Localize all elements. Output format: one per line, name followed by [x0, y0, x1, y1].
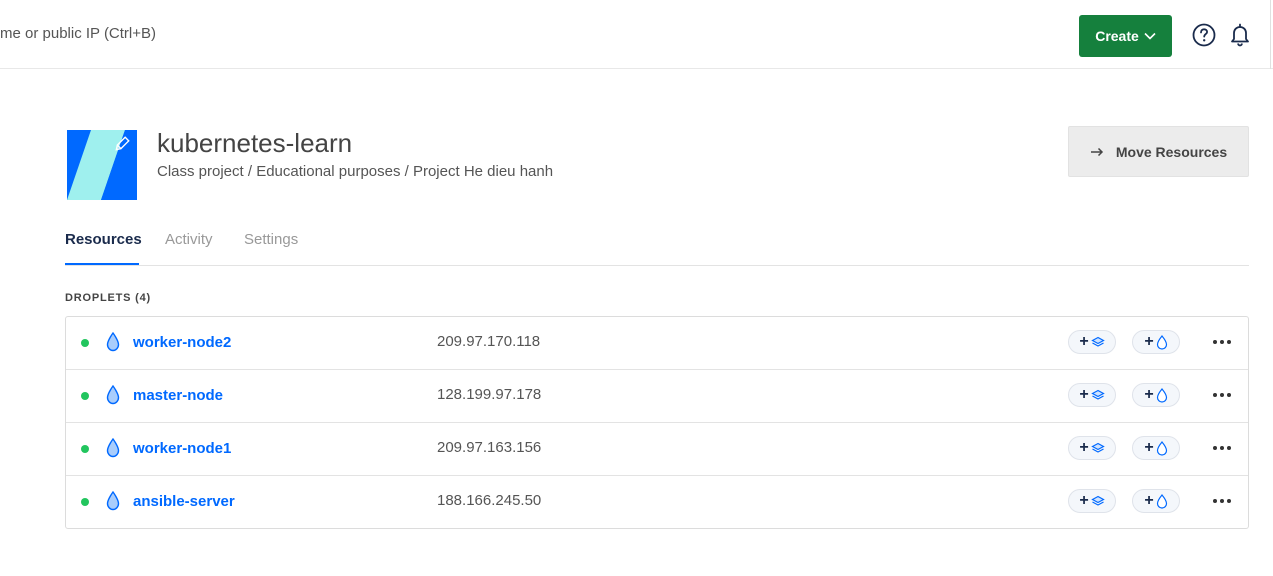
tab-activity[interactable]: Activity	[165, 231, 213, 248]
chevron-down-icon	[1144, 32, 1156, 40]
droplet-name-link[interactable]: worker-node1	[133, 440, 231, 457]
search-input[interactable]: me or public IP (Ctrl+B)	[0, 25, 156, 42]
droplets-section-title: DROPLETS (4)	[65, 292, 151, 304]
help-icon[interactable]	[1192, 23, 1216, 47]
volume-icon	[1090, 495, 1105, 506]
more-options-button[interactable]	[1211, 492, 1233, 510]
plus-icon: +	[1144, 492, 1154, 509]
create-button-label: Create	[1095, 28, 1139, 44]
droplet-name-link[interactable]: ansible-server	[133, 493, 235, 510]
project-description: Class project / Educational purposes / P…	[157, 163, 554, 180]
add-floating-ip-button[interactable]: +	[1132, 330, 1180, 354]
droplet-icon	[106, 438, 120, 458]
tab-settings[interactable]: Settings	[244, 231, 298, 248]
plus-icon: +	[1079, 439, 1089, 456]
floating-ip-icon	[1156, 334, 1167, 350]
add-floating-ip-button[interactable]: +	[1132, 383, 1180, 407]
volume-icon	[1090, 442, 1105, 453]
list-item[interactable]: worker-node1 209.97.163.156 + +	[66, 423, 1248, 476]
volume-icon	[1090, 389, 1105, 400]
page-title: kubernetes-learn	[157, 128, 353, 158]
project-logo	[67, 130, 137, 200]
create-button[interactable]: Create	[1079, 15, 1172, 57]
volume-icon	[1090, 336, 1105, 347]
droplet-icon	[106, 491, 120, 511]
floating-ip-icon	[1156, 493, 1167, 509]
add-floating-ip-button[interactable]: +	[1132, 436, 1180, 460]
droplet-icon	[106, 385, 120, 405]
status-dot	[81, 445, 89, 453]
move-resources-button[interactable]: Move Resources	[1068, 126, 1249, 177]
status-dot	[81, 498, 89, 506]
plus-icon: +	[1144, 386, 1154, 403]
add-floating-ip-button[interactable]: +	[1132, 489, 1180, 513]
droplet-name-link[interactable]: master-node	[133, 387, 223, 404]
more-options-button[interactable]	[1211, 386, 1233, 404]
top-bar: me or public IP (Ctrl+B) Create	[0, 0, 1273, 69]
move-resources-label: Move Resources	[1115, 143, 1228, 160]
droplet-name-link[interactable]: worker-node2	[133, 334, 231, 351]
list-item[interactable]: worker-node2 209.97.170.118 + +	[66, 317, 1248, 370]
floating-ip-icon	[1156, 440, 1167, 456]
project-tabs: Resources Activity Settings	[65, 229, 1249, 266]
arrow-right-icon	[1090, 147, 1103, 156]
add-volume-button[interactable]: +	[1068, 489, 1116, 513]
more-options-button[interactable]	[1211, 439, 1233, 457]
status-dot	[81, 339, 89, 347]
bell-icon[interactable]	[1228, 22, 1252, 48]
plus-icon: +	[1079, 333, 1089, 350]
droplet-ip: 209.97.170.118	[437, 333, 541, 350]
add-volume-button[interactable]: +	[1068, 383, 1116, 407]
droplet-ip: 128.199.97.178	[437, 386, 542, 403]
active-tab-indicator	[65, 263, 139, 265]
droplet-list: worker-node2 209.97.170.118 + + master-n…	[65, 316, 1249, 529]
floating-ip-icon	[1156, 387, 1167, 403]
plus-icon: +	[1079, 492, 1089, 509]
add-volume-button[interactable]: +	[1068, 436, 1116, 460]
plus-icon: +	[1144, 333, 1154, 350]
plus-icon: +	[1079, 386, 1089, 403]
tab-resources[interactable]: Resources	[65, 231, 142, 248]
droplet-ip: 188.166.245.50	[437, 492, 542, 509]
add-volume-button[interactable]: +	[1068, 330, 1116, 354]
droplet-ip: 209.97.163.156	[437, 439, 542, 456]
droplet-icon	[106, 332, 120, 352]
more-options-button[interactable]	[1211, 333, 1233, 351]
plus-icon: +	[1144, 439, 1154, 456]
divider	[1270, 0, 1271, 69]
status-dot	[81, 392, 89, 400]
list-item[interactable]: master-node 128.199.97.178 + +	[66, 370, 1248, 423]
list-item[interactable]: ansible-server 188.166.245.50 + +	[66, 476, 1248, 529]
